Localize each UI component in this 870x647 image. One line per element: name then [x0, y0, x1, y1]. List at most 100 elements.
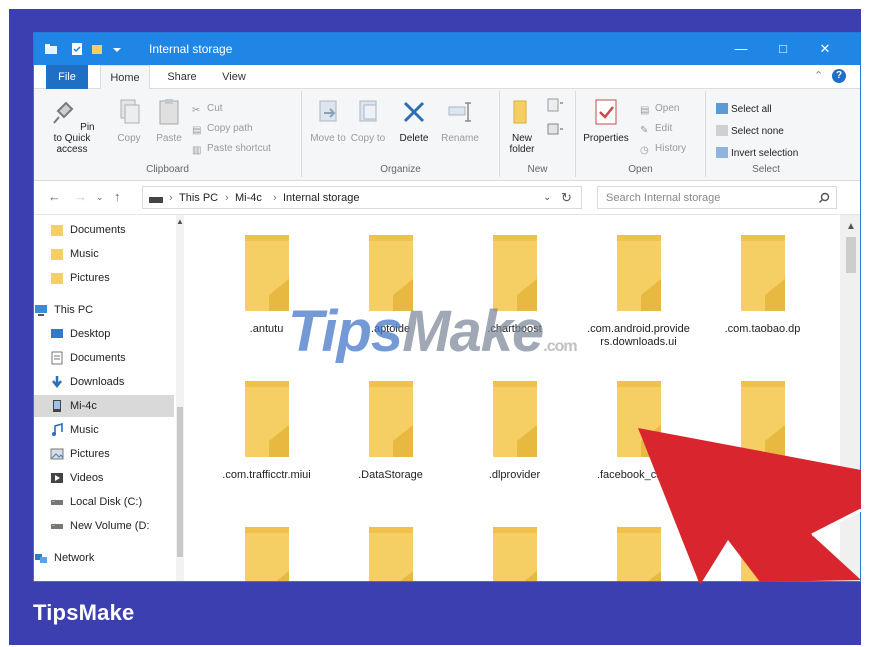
- nav-item[interactable]: Downloads: [34, 371, 174, 393]
- back-arrow-icon[interactable]: ←: [48, 189, 61, 204]
- address-bar[interactable]: › This PC › Mi-4c › Internal storage ⌄ ↻: [142, 186, 582, 209]
- folder-item[interactable]: .com.taobao.dp: [705, 235, 820, 336]
- scrollbar-thumb[interactable]: [846, 237, 856, 273]
- folder-item[interactable]: .DataStorage: [333, 381, 448, 482]
- tab-home[interactable]: Home: [100, 65, 150, 89]
- folder-name: .facebook_cache: [596, 469, 681, 481]
- new-item-icon[interactable]: [546, 97, 566, 115]
- copy-path-label: Copy path: [207, 123, 253, 134]
- nav-item[interactable]: Pictures: [34, 267, 174, 289]
- nav-item-label: Local Disk (C:): [70, 496, 143, 508]
- nav-item-label: Music: [70, 248, 99, 260]
- delete-x-icon: [403, 101, 425, 123]
- select-none-icon: [716, 125, 728, 136]
- paste-label: Paste: [156, 133, 182, 144]
- close-button[interactable]: ✕: [814, 39, 836, 59]
- minimize-button[interactable]: —: [730, 39, 752, 59]
- nav-item[interactable]: Documents: [34, 219, 174, 241]
- nav-item[interactable]: Music: [34, 243, 174, 265]
- move-to-button[interactable]: Move to: [310, 97, 346, 144]
- easy-access-icon[interactable]: [546, 121, 566, 139]
- rename-button[interactable]: Rename: [438, 97, 482, 144]
- edit-button[interactable]: ✎ Edit: [640, 123, 672, 136]
- nav-item[interactable]: Videos: [34, 467, 174, 489]
- select-all-button[interactable]: Select all: [716, 103, 772, 115]
- address-dropdown-icon[interactable]: ⌄: [543, 192, 551, 203]
- select-all-label: Select all: [731, 104, 772, 115]
- content-scrollbar[interactable]: ▲: [840, 215, 860, 581]
- refresh-icon[interactable]: ↻: [561, 190, 572, 206]
- paste-button[interactable]: Paste: [152, 97, 186, 144]
- invert-selection-button[interactable]: Invert selection: [716, 147, 798, 159]
- history-icon: ◷: [640, 145, 649, 156]
- folder-item[interactable]: [457, 527, 572, 581]
- folder-icon: [368, 381, 413, 457]
- paste-shortcut-icon: ▥: [192, 145, 202, 156]
- nav-scroll-up-arrow-icon[interactable]: ▲: [176, 217, 184, 226]
- new-folder-button[interactable]: New folder: [504, 97, 540, 155]
- folder-icon: [51, 273, 63, 284]
- forward-arrow-icon[interactable]: →: [74, 189, 87, 204]
- folder-icon: [51, 249, 63, 260]
- open-button[interactable]: ▤ Open: [640, 103, 679, 116]
- folder-item[interactable]: .dlprovider: [457, 381, 572, 482]
- folder-item[interactable]: [705, 527, 820, 581]
- pin-to-quick-access-button[interactable]: Pin to Quick access: [44, 97, 100, 155]
- up-arrow-icon[interactable]: ↑: [114, 189, 121, 204]
- pc-icon: [35, 305, 47, 316]
- folder-item[interactable]: .com.android.providers.downloads.ui: [581, 235, 696, 349]
- tab-view[interactable]: View: [214, 65, 254, 89]
- nav-item[interactable]: This PC: [34, 299, 174, 321]
- nav-item[interactable]: Local Disk (C:): [34, 491, 174, 513]
- nav-item[interactable]: Desktop: [34, 323, 174, 345]
- nav-scrollbar-thumb[interactable]: [177, 407, 183, 557]
- folder-item[interactable]: .facebook_cache: [581, 381, 696, 482]
- breadcrumb-mi-4c[interactable]: Mi-4c: [235, 192, 262, 204]
- nav-item[interactable]: Music: [34, 419, 174, 441]
- folder-item[interactable]: [581, 527, 696, 581]
- navigation-pane: Documents Music Pictures This PC Desktop Docu…: [34, 215, 184, 581]
- copy-path-button[interactable]: ▤ Copy path: [192, 123, 253, 136]
- search-box[interactable]: Search Internal storage: [597, 186, 837, 209]
- customize-quick-access-icon[interactable]: [110, 42, 124, 56]
- breadcrumb-this-pc[interactable]: This PC: [179, 192, 218, 204]
- folder-item[interactable]: [209, 527, 324, 581]
- nav-item[interactable]: Documents: [34, 347, 174, 369]
- breadcrumb-internal-storage[interactable]: Internal storage: [283, 192, 359, 204]
- invert-selection-icon: [716, 147, 728, 158]
- clipboard-group: Pin to Quick access Copy Paste ✂ Cut ▤ Cop…: [34, 91, 302, 177]
- folder-item[interactable]: [333, 527, 448, 581]
- properties-button[interactable]: Properties: [580, 97, 632, 144]
- nav-item-label: Network: [54, 552, 95, 564]
- copy-button[interactable]: Copy: [112, 97, 146, 144]
- nav-item[interactable]: Mi-4c: [34, 395, 174, 417]
- tab-share[interactable]: Share: [162, 65, 202, 89]
- copy-to-button[interactable]: Copy to: [350, 97, 386, 144]
- select-none-button[interactable]: Select none: [716, 125, 784, 137]
- nav-item[interactable]: Pictures: [34, 443, 174, 465]
- cut-button[interactable]: ✂ Cut: [192, 103, 223, 116]
- folder-icon: [492, 527, 537, 581]
- tab-file[interactable]: File: [46, 65, 88, 89]
- paste-shortcut-button[interactable]: ▥ Paste shortcut: [192, 143, 271, 156]
- folder-icon: [51, 225, 63, 236]
- scroll-up-arrow-icon[interactable]: ▲: [846, 221, 856, 232]
- history-button[interactable]: ◷ History: [640, 143, 686, 156]
- folder-icon: [244, 381, 289, 457]
- maximize-button[interactable]: □: [772, 39, 794, 59]
- delete-button[interactable]: Delete: [394, 97, 434, 144]
- properties-quick-icon[interactable]: [70, 42, 84, 56]
- edit-label: Edit: [655, 123, 673, 134]
- new-folder-quick-icon[interactable]: [90, 42, 104, 56]
- collapse-ribbon-icon[interactable]: ⌃: [814, 69, 823, 82]
- nav-item-label: Documents: [70, 352, 126, 364]
- help-icon[interactable]: ?: [832, 69, 846, 83]
- nav-scrollbar[interactable]: ▲: [176, 215, 184, 581]
- nav-item[interactable]: New Volume (D:: [34, 515, 174, 537]
- paste-icon: [159, 99, 179, 125]
- folder-item[interactable]: [705, 381, 820, 469]
- recent-locations-chevron-icon[interactable]: ⌄: [96, 192, 104, 203]
- nav-item[interactable]: Network: [34, 547, 174, 569]
- pictures-icon: [50, 448, 64, 460]
- folder-item[interactable]: .com.trafficctr.miui: [209, 381, 324, 482]
